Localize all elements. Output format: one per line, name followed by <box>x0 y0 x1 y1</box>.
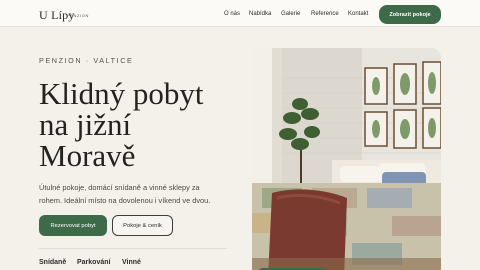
nav-link-reference[interactable]: Reference <box>311 11 339 17</box>
nav-link-galerie[interactable]: Galerie <box>281 11 300 17</box>
nav-link-nabidka[interactable]: Nabídka <box>249 11 271 17</box>
hero-title-line: Klidný pobyt <box>39 76 204 111</box>
hero-description: Útulné pokoje, domácí snídaně a vinné sk… <box>39 181 239 207</box>
feature-parking: Parkování <box>77 259 111 266</box>
hero-description-line: rohem. Ideální místo na dovolenou i víke… <box>39 196 211 205</box>
hero-title-line: Moravě <box>39 138 136 173</box>
hero-description-line: Útulné pokoje, domácí snídaně a vinné sk… <box>39 183 200 192</box>
nav-link-kontakt[interactable]: Kontakt <box>348 11 368 17</box>
hero-room-photo <box>252 48 441 270</box>
feature-breakfast: Snídaně <box>39 259 67 266</box>
hero-title-line: na jižní <box>39 107 132 142</box>
divider <box>39 248 227 249</box>
nav-link-o-nas[interactable]: O nás <box>224 11 240 17</box>
hero-eyebrow: PENZION · VALTICE <box>39 56 134 65</box>
brand-subtitle: PENZION <box>67 13 89 18</box>
show-rooms-button[interactable]: Zobrazit pokoje <box>379 5 441 24</box>
rooms-pricing-button[interactable]: Pokoje & ceník <box>112 215 173 236</box>
book-stay-button[interactable]: Rezervovat pobyt <box>39 215 107 236</box>
feature-wine: Vinné <box>122 259 141 266</box>
hero-title: Klidný pobyt na jižní Moravě <box>39 78 249 171</box>
top-navigation: U Lípy PENZION O nás Nabídka Galerie Ref… <box>0 0 480 27</box>
